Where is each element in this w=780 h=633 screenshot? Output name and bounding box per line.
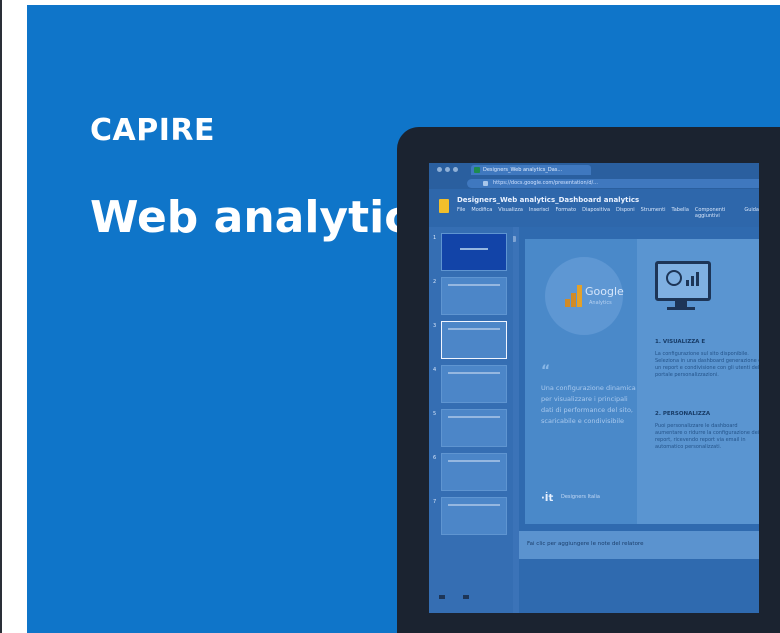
slide-thumbnail	[441, 453, 507, 491]
thumb-line	[448, 284, 500, 286]
thumb-number: 3	[433, 323, 437, 329]
speaker-notes: Fai clic per aggiungere le note del rela…	[519, 531, 759, 559]
menu-item-componenti: Componenti aggiuntivi	[694, 207, 726, 219]
thumb-line	[448, 460, 500, 462]
monitor-icon	[655, 261, 711, 301]
thumb-number: 5	[433, 411, 437, 417]
laptop-illustration: Designers_Web analytics_Das... https://d…	[397, 127, 780, 633]
browser-tabbar: Designers_Web analytics_Das...	[429, 163, 759, 175]
ga-logo-sub: Analytics	[589, 300, 612, 306]
laptop-screen: Designers_Web analytics_Das... https://d…	[429, 163, 759, 613]
browser-chrome: Designers_Web analytics_Das... https://d…	[429, 163, 759, 189]
menu-item-tabella: Tabella	[671, 207, 689, 213]
thumb-line	[448, 372, 500, 374]
bar-chart-bar	[686, 280, 689, 286]
doc-title: Designers_Web analytics_Dashboard analyt…	[457, 196, 640, 204]
ga-bar	[577, 285, 582, 307]
google-analytics-badge: Google Analytics	[545, 257, 624, 335]
slide-quote: Una configurazione dinamica per visualiz…	[541, 384, 636, 425]
page-title: Web analytics	[90, 192, 437, 243]
pie-chart-icon	[666, 270, 682, 286]
thumb-number: 4	[433, 367, 437, 373]
speaker-notes-placeholder: Fai clic per aggiungere le note del rela…	[527, 541, 644, 547]
ga-bar	[571, 293, 576, 307]
slide-thumbnail	[441, 365, 507, 403]
panel-text: Puoi personalizzare le dashboard aumenta…	[655, 423, 759, 450]
thumb-line	[448, 504, 500, 506]
browser-tab-title: Designers_Web analytics_Das...	[483, 167, 563, 173]
filmstrip-view-controls	[439, 595, 469, 599]
bar-chart-bar	[691, 276, 694, 286]
menu-item-inserisci: Inserisci	[528, 207, 550, 213]
hero-card: CAPIRE Web analytics Designers_Web analy…	[27, 5, 780, 633]
slide-thumbnail	[441, 409, 507, 447]
monitor-base	[667, 307, 695, 310]
thumb-number: 6	[433, 455, 437, 461]
page-left-border	[0, 0, 2, 633]
menu-item-diapositiva: Diapositiva	[582, 207, 611, 213]
ga-logo-text: Google	[585, 285, 624, 298]
grid-view-icon	[439, 595, 445, 599]
thumb-number: 2	[433, 279, 437, 285]
bar-chart-bar	[696, 272, 699, 286]
slides-header: Designers_Web analytics_Dashboard analyt…	[429, 189, 759, 242]
current-slide: Google Analytics “ Una configurazione di…	[525, 239, 759, 524]
address-bar-text: https://docs.google.com/presentation/d/.…	[493, 180, 598, 186]
slide-right-panel: 1. VISUALIZZA E La configurazione sul si…	[637, 239, 759, 524]
slide-thumbnail-active	[441, 321, 507, 359]
bar-chart-icon	[686, 272, 702, 286]
panel-heading: 2. PERSONALIZZA	[655, 411, 711, 417]
menu-item-formato: Formato	[555, 207, 577, 213]
quote-mark: “	[541, 363, 551, 379]
slide-filmstrip: 1 2 3 4 5 6 7	[429, 227, 513, 613]
slides-menu-bar: File Modifica Visualizza Inserisci Forma…	[457, 207, 759, 219]
window-controls	[437, 167, 461, 173]
menu-item-disponi: Disponi	[616, 207, 635, 213]
slide-canvas: Google Analytics “ Una configurazione di…	[519, 227, 759, 613]
ga-bar	[565, 299, 570, 307]
google-analytics-icon	[565, 285, 583, 307]
menu-item-strumenti: Strumenti	[640, 207, 666, 213]
menu-item-guida: Guida	[744, 207, 759, 213]
slide-thumbnail	[441, 497, 507, 535]
address-bar: https://docs.google.com/presentation/d/.…	[467, 179, 759, 188]
thumb-line	[448, 416, 500, 418]
thumb-number: 7	[433, 499, 437, 505]
slides-favicon-icon	[474, 167, 480, 173]
maximize-window-icon	[453, 167, 458, 172]
slide-thumbnail	[441, 233, 507, 271]
lock-icon	[483, 181, 488, 186]
thumb-line	[460, 248, 488, 250]
menu-item-visualizza: Visualizza	[498, 207, 523, 213]
list-view-icon	[463, 595, 469, 599]
section-kicker: CAPIRE	[90, 113, 215, 148]
thumb-number: 1	[433, 235, 437, 241]
slide-thumbnail	[441, 277, 507, 315]
menu-item-file: File	[457, 207, 466, 213]
panel-heading: 1. VISUALIZZA E	[655, 339, 706, 345]
thumb-line	[448, 328, 500, 330]
browser-tab: Designers_Web analytics_Das...	[471, 165, 591, 175]
close-window-icon	[437, 167, 442, 172]
menu-item-modifica: Modifica	[471, 207, 493, 213]
designers-italia-name: Designers Italia	[561, 494, 600, 500]
designers-italia-logo: ·İt	[541, 493, 554, 504]
minimize-window-icon	[445, 167, 450, 172]
panel-text: La configurazione sul sito disponibile. …	[655, 351, 759, 378]
slides-doc-icon	[439, 199, 449, 213]
